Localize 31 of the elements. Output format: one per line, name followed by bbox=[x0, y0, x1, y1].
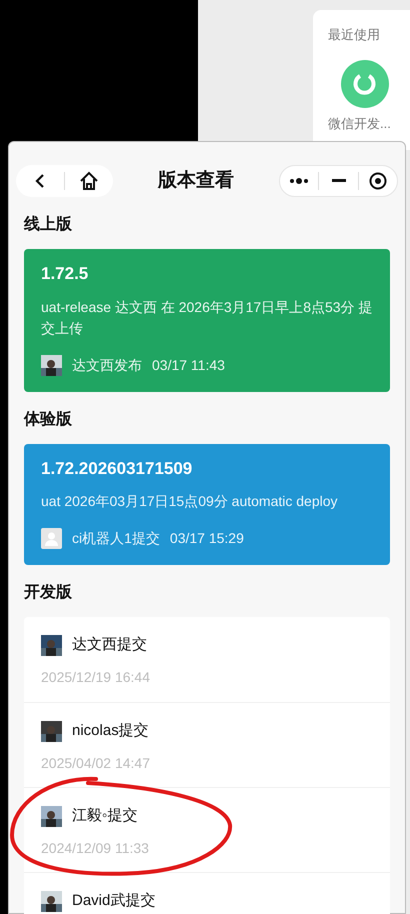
time-label: 03/17 11:43 bbox=[152, 356, 225, 374]
window-title: 版本查看 bbox=[158, 168, 234, 193]
dev-version-row[interactable]: David武提交 bbox=[24, 872, 390, 914]
time-label: 03/17 15:29 bbox=[170, 529, 244, 548]
author-label: ci机器人1提交 bbox=[72, 529, 160, 548]
back-icon bbox=[35, 173, 45, 189]
more-icon bbox=[289, 178, 310, 184]
version-description: uat-release 达文西 在 2026年3月17日早上8点53分 提交上传 bbox=[41, 298, 373, 338]
time-label: 2025/12/19 16:44 bbox=[41, 668, 151, 686]
author-label: nicolas提交 bbox=[72, 721, 149, 741]
dev-version-row[interactable]: 达文西提交 2025/12/19 16:44 bbox=[24, 617, 390, 702]
app-name[interactable]: 微信开发... bbox=[328, 114, 410, 133]
home-icon bbox=[79, 171, 99, 191]
section-heading: 线上版 bbox=[24, 214, 73, 235]
version-description: uat 2026年03月17日15点09分 automatic deploy bbox=[41, 492, 339, 511]
section-heading: 开发版 bbox=[24, 582, 73, 603]
section-heading: 体验版 bbox=[24, 410, 73, 430]
minimize-icon bbox=[332, 179, 346, 183]
time-label: 2025/04/02 14:47 bbox=[41, 754, 151, 772]
target-icon bbox=[368, 172, 387, 190]
author-label: 达文西提交 bbox=[72, 635, 147, 655]
author-label: 达文西发布 bbox=[72, 356, 142, 374]
dev-version-row[interactable]: nicolas提交 2025/04/02 14:47 bbox=[24, 702, 390, 787]
dev-version-row[interactable]: 江毅◦提交 2024/12/09 11:33 bbox=[24, 787, 390, 872]
author-label: 江毅◦提交 bbox=[72, 806, 138, 826]
author-label: David武提交 bbox=[72, 891, 156, 911]
version-number: 1.72.5 bbox=[41, 263, 90, 285]
avatar-placeholder-icon bbox=[41, 528, 62, 549]
time-label: 2024/12/09 11:33 bbox=[41, 838, 150, 858]
version-number: 1.72.202603171509 bbox=[41, 458, 194, 480]
panel-title: 最近使用 bbox=[328, 26, 381, 44]
